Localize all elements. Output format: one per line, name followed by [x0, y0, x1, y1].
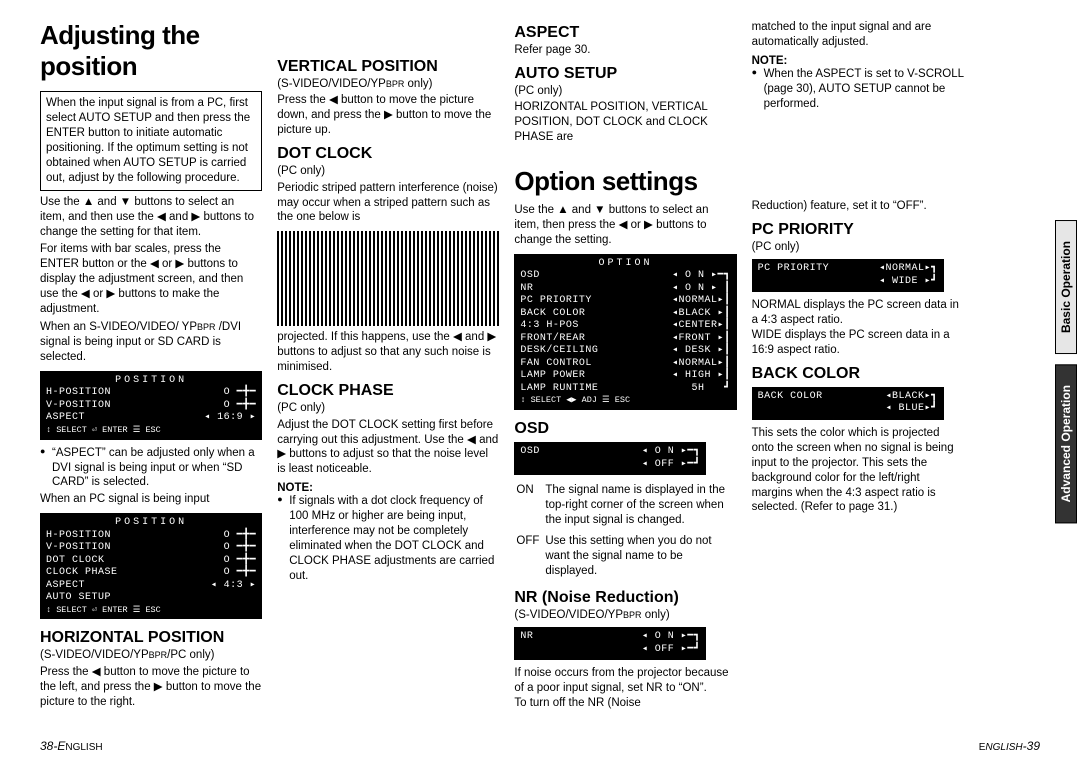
heading-aspect: ASPECT	[514, 24, 736, 42]
page-spread: Adjusting the position When the input si…	[0, 0, 1080, 714]
vpos-body: Press the ◀ button to move the picture d…	[277, 93, 499, 138]
intro-text-4: When an PC signal is being input	[40, 492, 262, 507]
aspect-note: “ASPECT” can be adjusted only when a DVI…	[40, 446, 262, 491]
heading-osd: OSD	[514, 420, 736, 438]
osd-nr-toggle: NR◂ O N ▸━┓ ◂ OFF ▸━┛	[514, 627, 706, 660]
column-2: VERTICAL POSITION (S-VIDEO/VIDEO/YPBPR o…	[277, 20, 499, 714]
autosetup-body: HORIZONTAL POSITION, VERTICAL POSITION, …	[514, 100, 736, 145]
heading-option-settings: Option settings	[514, 166, 736, 197]
side-tabs: Basic Operation Advanced Operation	[1055, 220, 1077, 523]
intro-text-2: For items with bar scales, press the ENT…	[40, 242, 262, 317]
vpos-sub: (S-VIDEO/VIDEO/YPBPR only)	[277, 77, 499, 91]
heading-horizontal-position: HORIZONTAL POSITION	[40, 629, 262, 647]
hpos-sub: (S-VIDEO/VIDEO/YPBPR/PC only)	[40, 648, 262, 662]
tab-basic-operation[interactable]: Basic Operation	[1055, 220, 1077, 354]
nr-body: If noise occurs from the projector becau…	[514, 666, 736, 711]
pcpri-sub: (PC only)	[752, 240, 964, 254]
osd-osd-toggle: OSD◂ O N ▸━┓ ◂ OFF ▸━┛	[514, 442, 706, 475]
nr-sub: (S-VIDEO/VIDEO/YPBPR only)	[514, 608, 736, 622]
intro-box: When the input signal is from a PC, firs…	[40, 91, 262, 191]
heading-back-color: BACK COLOR	[752, 365, 964, 383]
tab-advanced-operation[interactable]: Advanced Operation	[1055, 364, 1077, 523]
pcpri-body: NORMAL displays the PC screen data in a …	[752, 298, 964, 358]
heading-nr: NR (Noise Reduction)	[514, 589, 736, 607]
heading-vertical-position: VERTICAL POSITION	[277, 58, 499, 76]
intro-text-1: Use the ▲ and ▼ buttons to select an ite…	[40, 195, 262, 240]
osd-option: OPTION OSD◂ O N ▸━┓ NR◂ O N ▸ ┃ PC PRIOR…	[514, 254, 736, 410]
note-heading-2: NOTE:	[752, 55, 964, 67]
autosetup-sub: (PC only)	[514, 84, 736, 98]
intro-text-3: When an S-VIDEO/VIDEO/ YPBPR /DVI signal…	[40, 320, 262, 365]
heading-dot-clock: DOT CLOCK	[277, 145, 499, 163]
column-3: ASPECT Refer page 30. AUTO SETUP (PC onl…	[514, 20, 736, 714]
osd-pc-priority: PC PRIORITY◂NORMAL▸┓ ◂ WIDE ▸┛	[752, 259, 944, 292]
striped-pattern-image	[277, 231, 499, 326]
osd-position-1: POSITION H-POSITIONO ━╋━ V-POSITIONO ━╋━…	[40, 371, 262, 440]
osd-definition-list: ONThe signal name is displayed in the to…	[514, 481, 736, 585]
footer-right: ENGLISH-39	[979, 739, 1040, 753]
osd-position-2: POSITION H-POSITIONO ━╋━ V-POSITIONO ━╋━…	[40, 513, 262, 619]
aspect-body: Refer page 30.	[514, 43, 736, 58]
clockphase-note: If signals with a dot clock frequency of…	[277, 494, 499, 584]
clockphase-sub: (PC only)	[277, 401, 499, 415]
heading-clock-phase: CLOCK PHASE	[277, 382, 499, 400]
footer-left: 38-ENGLISH	[40, 739, 103, 753]
nr-tail: Reduction) feature, set it to “OFF”.	[752, 199, 964, 214]
heading-pc-priority: PC PRIORITY	[752, 221, 964, 239]
heading-auto-setup: AUTO SETUP	[514, 65, 736, 83]
col4-top: matched to the input signal and are auto…	[752, 20, 964, 50]
hpos-body: Press the ◀ button to move the picture t…	[40, 665, 262, 710]
osd-back-color: BACK COLOR◂BLACK▸┓ ◂ BLUE▸┛	[752, 387, 944, 420]
clockphase-body: Adjust the DOT CLOCK setting first befor…	[277, 418, 499, 478]
option-intro: Use the ▲ and ▼ buttons to select an ite…	[514, 203, 736, 248]
backcolor-body: This sets the color which is projected o…	[752, 426, 964, 516]
note-2: When the ASPECT is set to V-SCROLL (page…	[752, 67, 964, 112]
column-4: matched to the input signal and are auto…	[752, 20, 964, 714]
heading-adjusting-position: Adjusting the position	[40, 20, 262, 82]
dotclock-sub: (PC only)	[277, 164, 499, 178]
dotclock-body1: Periodic striped pattern interference (n…	[277, 181, 499, 226]
dotclock-body2: projected. If this happens, use the ◀ an…	[277, 330, 499, 375]
column-1: Adjusting the position When the input si…	[40, 20, 262, 714]
note-heading-1: NOTE:	[277, 482, 499, 494]
